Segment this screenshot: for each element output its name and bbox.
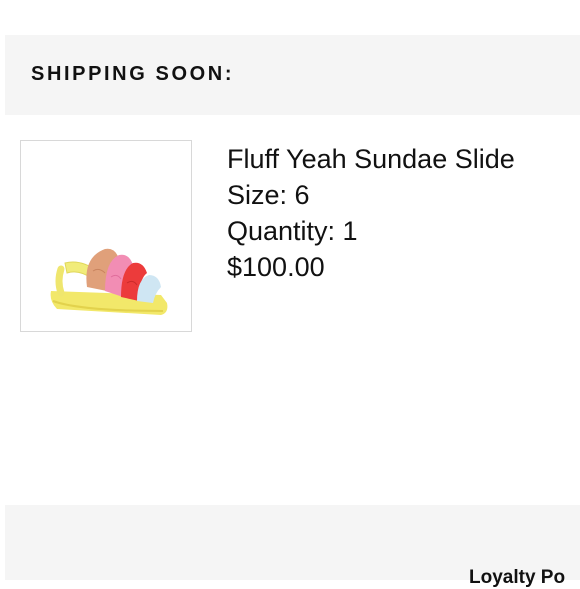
loyalty-section: Loyalty Po: [5, 505, 580, 588]
product-name[interactable]: Fluff Yeah Sundae Slide: [227, 141, 515, 177]
product-image[interactable]: [20, 140, 192, 332]
product-size: Size: 6: [227, 180, 310, 210]
product-price: $100.00: [227, 252, 325, 282]
shipping-title: SHIPPING SOON:: [31, 63, 235, 85]
shipping-header: SHIPPING SOON:: [5, 35, 580, 115]
loyalty-label: Loyalty Po: [469, 567, 566, 588]
product-details: Fluff Yeah Sundae Slide Size: 6 Quantity…: [227, 141, 515, 285]
sandal-icon: [50, 248, 168, 315]
product-quantity: Quantity: 1: [227, 216, 358, 246]
